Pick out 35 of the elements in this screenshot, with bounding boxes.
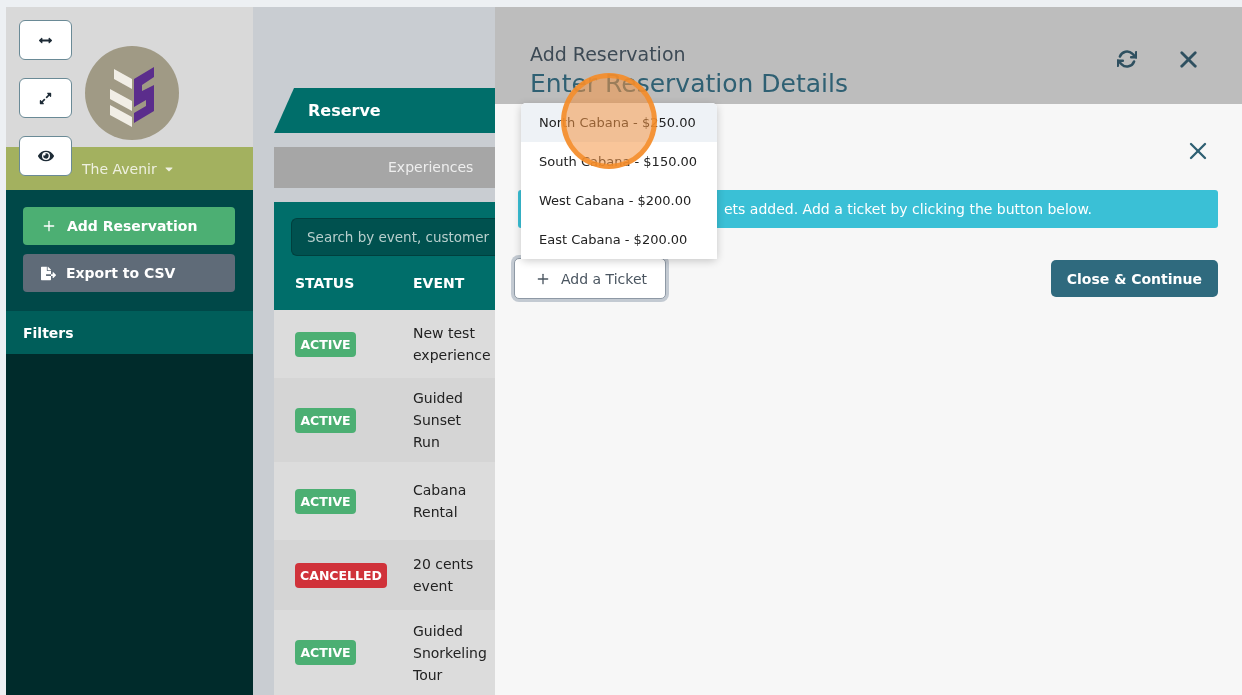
menu-item[interactable]: East Cabana - $200.00 [521, 220, 717, 259]
plus-icon [41, 218, 57, 234]
status-badge: ACTIVE [295, 488, 356, 514]
file-export-icon [41, 265, 56, 281]
close-continue-button[interactable]: Close & Continue [1050, 260, 1218, 297]
event-name: Cabana Rental [413, 481, 468, 522]
status-badge: ACTIVE [295, 331, 356, 357]
event-name: 20 cents event [413, 555, 475, 596]
status-badge: ACTIVE [295, 407, 356, 433]
alert-text: ets added. Add a ticket by clicking the button below. [724, 201, 1093, 217]
reserve-tab[interactable]: Reserve [274, 88, 495, 133]
filters-bar[interactable]: Filters [6, 311, 253, 354]
panel-title: Add Reservation [530, 43, 687, 65]
menu-item[interactable]: West Cabana - $200.00 [521, 181, 717, 220]
column-header: EVENT [412, 275, 466, 291]
add-reservation-button[interactable]: Add Reservation [23, 207, 235, 245]
status-badge: ACTIVE [295, 640, 356, 665]
add-ticket-button[interactable]: Add a Ticket [514, 258, 666, 299]
expand-width-button[interactable] [19, 20, 72, 60]
fullscreen-button[interactable] [19, 78, 72, 118]
search-field[interactable]: Search by event, customer [291, 218, 495, 256]
column-header: STATUS [294, 275, 356, 291]
status-badge: CANCELLED [295, 562, 387, 588]
eye-icon [37, 148, 54, 164]
expand-icon [39, 91, 52, 105]
event-name: New test experience [413, 324, 489, 365]
refresh-button[interactable] [1117, 49, 1137, 69]
refresh-icon [1117, 49, 1137, 69]
preview-button[interactable] [19, 136, 72, 176]
event-name: Guided Snorkeling Tour [413, 621, 488, 685]
export-button[interactable]: Export to CSV [23, 254, 235, 292]
filters-label: Filters [23, 324, 74, 341]
menu-item[interactable]: South Cabana - $150.00 [521, 142, 717, 181]
logo-icon [84, 45, 180, 141]
event-name: Guided Sunset Run [413, 389, 464, 452]
